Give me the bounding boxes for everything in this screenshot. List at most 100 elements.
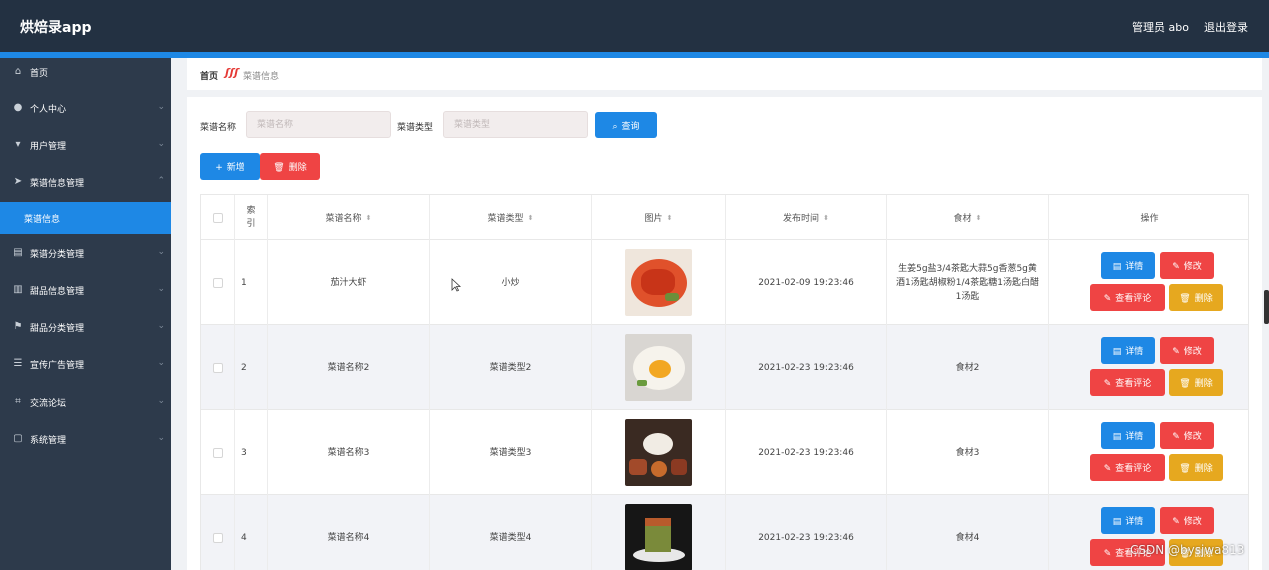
recipe-thumbnail — [625, 419, 692, 486]
sidebar-item-label: 甜品分类管理 — [30, 324, 85, 334]
mouse-cursor-icon — [451, 278, 461, 292]
pencil-icon: ✎ — [1172, 432, 1180, 442]
page-scrollbar-thumb[interactable] — [1264, 290, 1269, 324]
chevron-down-icon: ⌄ — [157, 102, 165, 112]
row-delete-button-label: 删除 — [1194, 294, 1213, 304]
row-delete-button[interactable]: 🗑 删除 — [1169, 284, 1223, 311]
cell-time: 2021-02-23 19:23:46 — [726, 410, 887, 495]
detail-button[interactable]: ▤ 详情 — [1101, 422, 1155, 449]
header-type[interactable]: 菜谱类型 ⬍ — [430, 195, 592, 240]
bulk-delete-button-label: 删除 — [288, 163, 307, 173]
sidebar-item-forum[interactable]: ⌗ 交流论坛 ⌄ — [0, 388, 171, 418]
header-ingredients[interactable]: 食材 ⬍ — [887, 195, 1049, 240]
list-icon: ▤ — [13, 247, 23, 258]
row-checkbox[interactable] — [212, 447, 223, 458]
row-select-cell — [201, 240, 235, 325]
document-icon: ▤ — [1112, 262, 1122, 272]
sidebar-item-label: 个人中心 — [30, 105, 67, 115]
trash-icon: 🗑 — [1179, 464, 1191, 474]
sidebar-item-ad-management[interactable]: ☰ 宣传广告管理 ⌄ — [0, 350, 171, 380]
row-checkbox[interactable] — [212, 362, 223, 373]
cell-type: 菜谱类型3 — [430, 410, 592, 495]
view-comments-button[interactable]: ✎ 查看评论 — [1090, 284, 1165, 311]
logout-link[interactable]: 退出登录 — [1204, 19, 1248, 35]
detail-button[interactable]: ▤ 详情 — [1101, 337, 1155, 364]
cell-image — [592, 240, 726, 325]
sidebar-item-recipe-management[interactable]: ➤ 菜谱信息管理 ⌃ — [0, 168, 171, 198]
recipe-name-label: 菜谱名称 — [200, 123, 237, 133]
edit-button[interactable]: ✎ 修改 — [1160, 252, 1214, 279]
row-delete-button[interactable]: 🗑 删除 — [1169, 454, 1223, 481]
cell-time: 2021-02-23 19:23:46 — [726, 325, 887, 410]
sidebar-item-home[interactable]: ⌂ 首页 — [0, 58, 171, 88]
sidebar-item-dessert-info[interactable]: ▥ 甜品信息管理 ⌄ — [0, 276, 171, 306]
document-icon: ▤ — [1112, 347, 1122, 357]
pencil-icon: ✎ — [1172, 347, 1180, 357]
sidebar-item-label: 交流论坛 — [30, 399, 67, 409]
detail-button[interactable]: ▤ 详情 — [1101, 507, 1155, 534]
cell-index: 2 — [235, 325, 268, 410]
cell-name: 菜谱名称4 — [268, 495, 430, 570]
sidebar-item-label: 菜谱信息管理 — [30, 179, 85, 189]
header-time[interactable]: 发布时间 ⬍ — [726, 195, 887, 240]
sidebar-subitem-label: 菜谱信息 — [24, 215, 61, 225]
cell-type: 菜谱类型4 — [430, 495, 592, 570]
row-delete-button[interactable]: 🗑 删除 — [1169, 369, 1223, 396]
recipe-name-input[interactable] — [246, 111, 391, 138]
sidebar-item-system[interactable]: ▢ 系统管理 ⌄ — [0, 425, 171, 455]
sidebar-item-recipe-category[interactable]: ▤ 菜谱分类管理 ⌄ — [0, 239, 171, 269]
query-button[interactable]: ⌕ 查询 — [595, 112, 657, 138]
view-comments-button-label: 查看评论 — [1115, 294, 1152, 304]
main-panel: 菜谱名称 菜谱类型 ⌕查询 +新增 🗑删除 索 引 菜谱名称⬍ 菜谱类型⬍ 图片… — [187, 97, 1262, 570]
pencil-icon: ✎ — [1172, 517, 1180, 527]
breadcrumb: 首页 ʃʃʃ 菜谱信息 — [187, 58, 1262, 90]
query-button-label: 查询 — [621, 121, 640, 132]
header-image[interactable]: 图片 ⬍ — [592, 195, 726, 240]
trash-icon: 🗑 — [273, 163, 285, 173]
header-name[interactable]: 菜谱名称 ⬍ — [268, 195, 430, 240]
bulk-delete-button[interactable]: 🗑 删除 — [260, 153, 320, 180]
row-checkbox[interactable] — [212, 532, 223, 543]
edit-button[interactable]: ✎ 修改 — [1160, 422, 1214, 449]
row-delete-button-label: 删除 — [1194, 464, 1213, 474]
cell-index: 4 — [235, 495, 268, 570]
table-header: 索 引 菜谱名称 ⬍ 菜谱类型 ⬍ 图片 ⬍ 发布时间 ⬍ 食材 ⬍ 操作 — [201, 195, 1248, 240]
table-row: 1 茄汁大虾 小炒 2021-02-09 19:23:46 生姜5g盐3/4茶匙大蒜5g… — [201, 240, 1248, 325]
edit-button-label: 修改 — [1183, 262, 1202, 272]
view-comments-button[interactable]: ✎ 查看评论 — [1090, 369, 1165, 396]
header-time-label: 发布时间 — [783, 214, 820, 224]
recipe-type-input[interactable] — [443, 111, 588, 138]
row-select-cell — [201, 325, 235, 410]
add-button[interactable]: + 新增 — [200, 153, 260, 180]
sidebar-item-label: 甜品信息管理 — [30, 287, 85, 297]
sidebar-subitem-recipe-info[interactable]: 菜谱信息 — [0, 202, 171, 234]
sort-icon: ⬍ — [527, 213, 534, 222]
sidebar-item-personal-center[interactable]: ● 个人中心 ⌄ — [0, 94, 171, 124]
cell-image — [592, 325, 726, 410]
view-comments-button[interactable]: ✎ 查看评论 — [1090, 454, 1165, 481]
row-checkbox[interactable] — [212, 277, 223, 288]
breadcrumb-home[interactable]: 首页 — [200, 69, 218, 82]
header-ingredients-label: 食材 — [953, 214, 972, 224]
cell-time: 2021-02-23 19:23:46 — [726, 495, 887, 570]
sidebar-item-dessert-category[interactable]: ⚑ 甜品分类管理 ⌄ — [0, 313, 171, 343]
cell-actions: ▤ 详情 ✎ 修改 ✎ 查看评论 🗑 删除 — [1049, 325, 1248, 410]
pencil-icon: ✎ — [1103, 549, 1112, 559]
search-icon: ⌕ — [612, 121, 618, 132]
edit-button[interactable]: ✎ 修改 — [1160, 507, 1214, 534]
cell-name: 茄汁大虾 — [268, 240, 430, 325]
view-comments-button-label: 查看评论 — [1115, 464, 1152, 474]
recipe-thumbnail — [625, 334, 692, 401]
row-select-cell — [201, 495, 235, 570]
chevron-down-icon: ⌄ — [157, 396, 165, 406]
header-image-label: 图片 — [644, 214, 663, 224]
breadcrumb-current: 菜谱信息 — [243, 72, 280, 82]
admin-label: 管理员 abo — [1132, 21, 1189, 34]
add-button-label: 新增 — [226, 163, 245, 173]
edit-button[interactable]: ✎ 修改 — [1160, 337, 1214, 364]
sort-icon: ⬍ — [975, 213, 982, 222]
detail-button[interactable]: ▤ 详情 — [1101, 252, 1155, 279]
sidebar-item-user-management[interactable]: ▾ 用户管理 ⌄ — [0, 131, 171, 161]
select-all-checkbox[interactable] — [212, 212, 223, 223]
header-actions: 操作 — [1140, 214, 1159, 224]
